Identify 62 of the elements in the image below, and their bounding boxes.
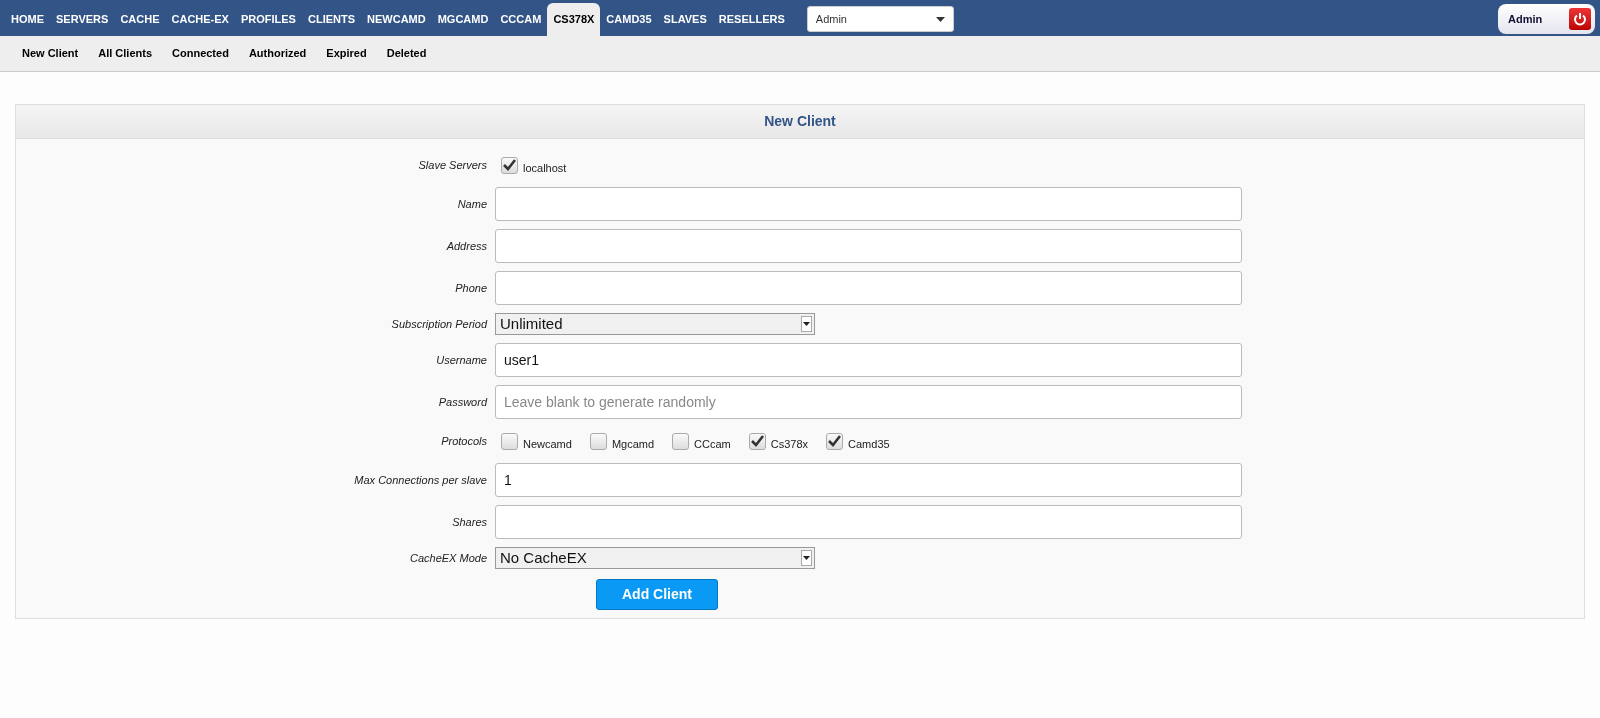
checkmark-icon: [828, 435, 842, 447]
logout-button[interactable]: [1569, 8, 1591, 30]
checkbox-label: Newcamd: [523, 436, 572, 452]
caret-icon: [935, 16, 945, 22]
checkbox-label: localhost: [523, 160, 567, 176]
nav-tab[interactable]: CLIENTS: [301, 3, 362, 36]
checkbox[interactable]: [672, 432, 690, 450]
field-label: Protocols: [440, 433, 488, 449]
field-label: CacheEX Mode: [408, 550, 488, 566]
nav-tab[interactable]: CACHE-EX: [165, 3, 235, 36]
field-label: Address: [445, 238, 488, 254]
field-label: Username: [435, 352, 488, 368]
nav-tab[interactable]: CS378X: [547, 3, 601, 36]
checkbox-label: CCcam: [694, 436, 731, 452]
sub-nav-link[interactable]: Deleted: [386, 45, 427, 62]
sub-nav-link[interactable]: Connected: [172, 45, 229, 62]
nav-tab[interactable]: PROFILES: [234, 3, 302, 36]
checkbox[interactable]: [501, 156, 518, 174]
text-field[interactable]: [495, 271, 1242, 305]
caret-icon: [801, 550, 812, 566]
checkmark-icon: [750, 435, 764, 447]
text-field[interactable]: [495, 505, 1242, 539]
panel-title: New Client: [764, 112, 836, 131]
sub-nav-link[interactable]: Authorized: [248, 45, 307, 62]
field-label: Shares: [451, 514, 488, 530]
checkbox[interactable]: [826, 432, 844, 450]
caret-icon: [801, 316, 812, 332]
text-field[interactable]: [495, 187, 1242, 221]
nav-tab[interactable]: CACHE: [114, 3, 166, 36]
sub-nav-link[interactable]: All Clients: [98, 45, 153, 62]
field-label: Max Connections per slave: [353, 472, 488, 488]
power-icon: [1573, 12, 1587, 26]
field-label: Phone: [454, 280, 488, 296]
sub-nav-link[interactable]: New Client: [22, 45, 79, 62]
nav-tab[interactable]: SERVERS: [50, 3, 115, 36]
checkbox[interactable]: [501, 432, 518, 450]
nav-tab[interactable]: NEWCAMD: [361, 3, 432, 36]
text-field[interactable]: [495, 229, 1242, 263]
nav-tab[interactable]: SLAVES: [657, 3, 713, 36]
field-label: Name: [456, 196, 488, 212]
select-dropdown[interactable]: Unlimited: [495, 313, 815, 335]
nav-tab[interactable]: CCCAM: [494, 3, 548, 36]
nav-tab[interactable]: HOME: [5, 3, 50, 36]
checkbox-label: Camd35: [848, 436, 890, 452]
nav-tab[interactable]: RESELLERS: [712, 3, 791, 36]
sub-nav-link[interactable]: Expired: [326, 45, 367, 62]
checkmark-icon: [503, 159, 516, 171]
field-label: Password: [437, 394, 489, 410]
nav-tab[interactable]: CAMD35: [600, 3, 658, 36]
checkbox[interactable]: [589, 432, 607, 450]
select-dropdown[interactable]: No CacheEX: [495, 547, 815, 569]
field-label: Subscription Period: [390, 316, 489, 332]
text-field[interactable]: user1: [495, 343, 1242, 377]
user-name: Admin: [1508, 11, 1543, 27]
nav-tab[interactable]: MGCAMD: [431, 3, 495, 36]
text-field[interactable]: 1: [495, 463, 1242, 497]
field-label: Slave Servers: [417, 157, 488, 173]
checkbox-label: Cs378x: [770, 436, 809, 452]
text-field[interactable]: Leave blank to generate randomly: [495, 385, 1242, 419]
checkbox-label: Mgcamd: [611, 436, 655, 452]
checkbox[interactable]: [748, 432, 766, 450]
admin-dropdown[interactable]: Admin: [806, 6, 954, 32]
